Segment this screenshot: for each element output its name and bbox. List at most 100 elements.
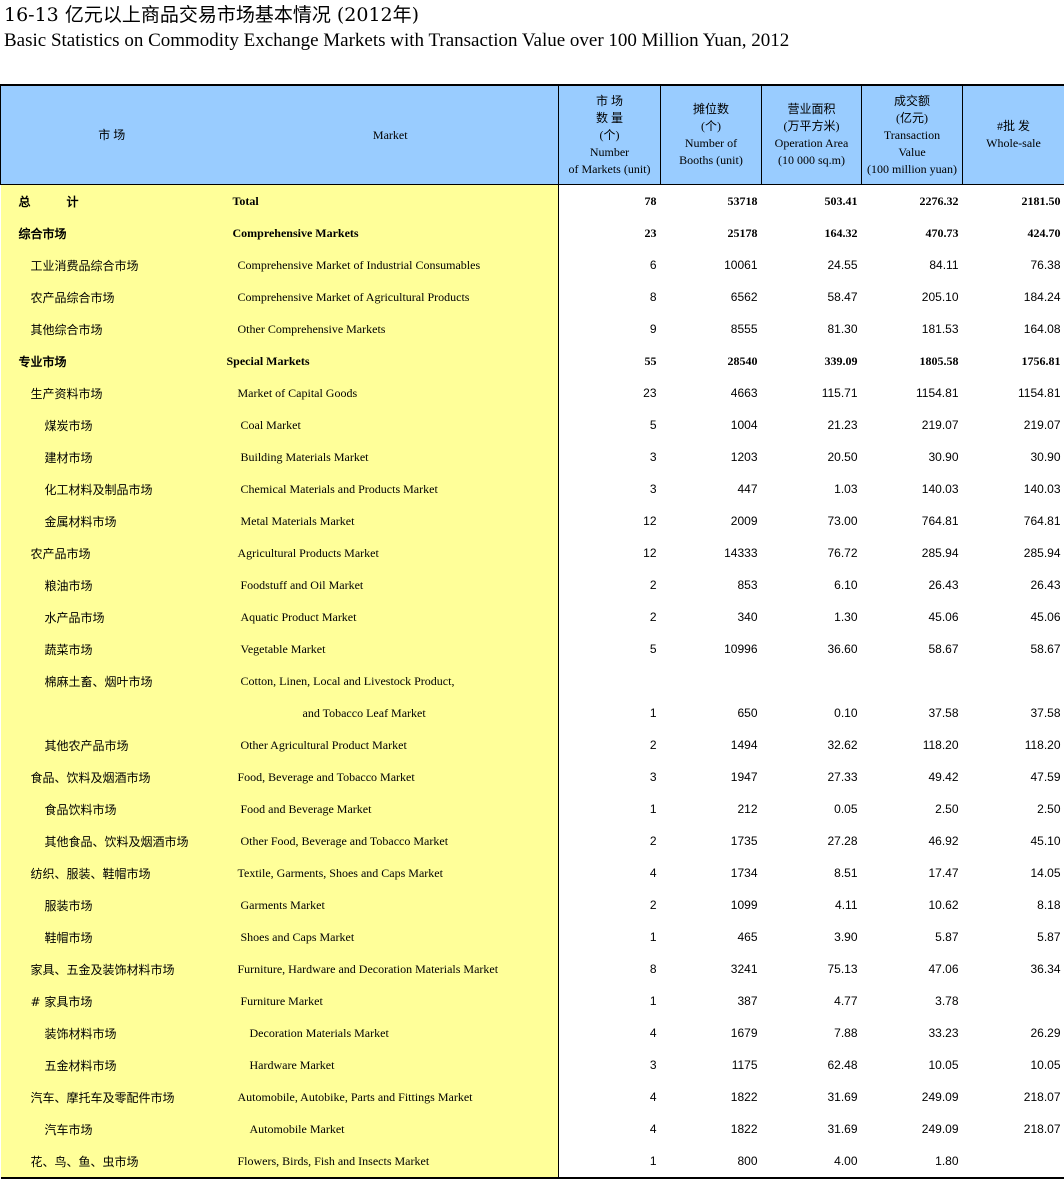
market-name-en: Building Materials Market bbox=[223, 441, 559, 473]
cell-value: 2276.32 bbox=[862, 185, 963, 218]
cell-area: 8.51 bbox=[762, 857, 862, 889]
cell-booths: 1494 bbox=[661, 729, 762, 761]
cell-booths: 4663 bbox=[661, 377, 762, 409]
table-row: 汽车、摩托车及零配件市场Automobile, Autobike, Parts … bbox=[1, 1081, 1064, 1113]
table-row: 生产资料市场Market of Capital Goods234663115.7… bbox=[1, 377, 1064, 409]
cell-area: 0.05 bbox=[762, 793, 862, 825]
cell-area: 4.00 bbox=[762, 1145, 862, 1178]
cell-wholesale: 285.94 bbox=[963, 537, 1064, 569]
market-name-en: Comprehensive Market of Industrial Consu… bbox=[223, 249, 559, 281]
cell-value: 58.67 bbox=[862, 633, 963, 665]
cell-value: 26.43 bbox=[862, 569, 963, 601]
header-markets: 市 场数 量(个)Numberof Markets (unit) bbox=[559, 85, 661, 185]
table-row: 煤炭市场Coal Market5100421.23219.07219.07 bbox=[1, 409, 1064, 441]
table-row: 金属材料市场Metal Materials Market12200973.007… bbox=[1, 505, 1064, 537]
table-row: 家具、五金及装饰材料市场Furniture, Hardware and Deco… bbox=[1, 953, 1064, 985]
market-name-en: Automobile, Autobike, Parts and Fittings… bbox=[223, 1081, 559, 1113]
cell-area: 1.03 bbox=[762, 473, 862, 505]
cell-markets: 2 bbox=[559, 889, 661, 921]
cell-markets: 12 bbox=[559, 505, 661, 537]
market-name-cn: 棉麻土畜、烟叶市场 bbox=[1, 665, 223, 697]
cell-wholesale: 36.34 bbox=[963, 953, 1064, 985]
table-row: 农产品综合市场Comprehensive Market of Agricultu… bbox=[1, 281, 1064, 313]
cell-wholesale: 219.07 bbox=[963, 409, 1064, 441]
market-name-cn: 金属材料市场 bbox=[1, 505, 223, 537]
table-row: 食品、饮料及烟酒市场Food, Beverage and Tobacco Mar… bbox=[1, 761, 1064, 793]
cell-markets: 1 bbox=[559, 985, 661, 1017]
cell-booths: 447 bbox=[661, 473, 762, 505]
table-row: 专业市场Special Markets5528540339.091805.581… bbox=[1, 345, 1064, 377]
cell-area: 31.69 bbox=[762, 1081, 862, 1113]
market-name-en: Market of Capital Goods bbox=[223, 377, 559, 409]
cell-wholesale bbox=[963, 985, 1064, 1017]
cell-value: 10.62 bbox=[862, 889, 963, 921]
table-row: 建材市场Building Materials Market3120320.503… bbox=[1, 441, 1064, 473]
table-row: 鞋帽市场Shoes and Caps Market14653.905.875.8… bbox=[1, 921, 1064, 953]
cell-value: 37.58 bbox=[862, 697, 963, 729]
cell-area: 32.62 bbox=[762, 729, 862, 761]
cell-area: 62.48 bbox=[762, 1049, 862, 1081]
table-row: 其他农产品市场Other Agricultural Product Market… bbox=[1, 729, 1064, 761]
cell-wholesale: 2181.50 bbox=[963, 185, 1064, 218]
cell-wholesale: 1756.81 bbox=[963, 345, 1064, 377]
cell-area: 27.28 bbox=[762, 825, 862, 857]
cell-wholesale: 8.18 bbox=[963, 889, 1064, 921]
cell-booths: 1175 bbox=[661, 1049, 762, 1081]
cell-wholesale: 14.05 bbox=[963, 857, 1064, 889]
cell-booths: 800 bbox=[661, 1145, 762, 1178]
cell-booths: 465 bbox=[661, 921, 762, 953]
cell-value: 3.78 bbox=[862, 985, 963, 1017]
market-name-en: Shoes and Caps Market bbox=[223, 921, 559, 953]
table-row: # 家具市场Furniture Market13874.773.78 bbox=[1, 985, 1064, 1017]
cell-wholesale: 218.07 bbox=[963, 1081, 1064, 1113]
cell-value: 764.81 bbox=[862, 505, 963, 537]
table-row: 纺织、服装、鞋帽市场Textile, Garments, Shoes and C… bbox=[1, 857, 1064, 889]
market-name-cn: 装饰材料市场 bbox=[1, 1017, 223, 1049]
market-name-en: Other Agricultural Product Market bbox=[223, 729, 559, 761]
table-body: 总 计Total7853718503.412276.322181.50综合市场C… bbox=[1, 185, 1064, 1179]
market-name-en: Food and Beverage Market bbox=[223, 793, 559, 825]
cell-booths: 650 bbox=[661, 697, 762, 729]
cell-booths: 14333 bbox=[661, 537, 762, 569]
table-row: 综合市场Comprehensive Markets2325178164.3247… bbox=[1, 217, 1064, 249]
cell-value: 47.06 bbox=[862, 953, 963, 985]
header-wholesale: #批 发Whole-sale bbox=[963, 85, 1064, 185]
cell-markets: 3 bbox=[559, 473, 661, 505]
cell-booths: 3241 bbox=[661, 953, 762, 985]
market-name-cn: 综合市场 bbox=[1, 217, 223, 249]
cell-markets: 12 bbox=[559, 537, 661, 569]
table-row: 食品饮料市场Food and Beverage Market12120.052.… bbox=[1, 793, 1064, 825]
cell-wholesale: 37.58 bbox=[963, 697, 1064, 729]
market-name-cn: 其他食品、饮料及烟酒市场 bbox=[1, 825, 223, 857]
cell-area: 164.32 bbox=[762, 217, 862, 249]
cell-value: 470.73 bbox=[862, 217, 963, 249]
cell-wholesale: 45.10 bbox=[963, 825, 1064, 857]
cell-markets: 3 bbox=[559, 1049, 661, 1081]
cell-value: 249.09 bbox=[862, 1081, 963, 1113]
cell-booths: 1822 bbox=[661, 1081, 762, 1113]
cell-value: 1805.58 bbox=[862, 345, 963, 377]
cell-markets: 2 bbox=[559, 569, 661, 601]
cell-value: 118.20 bbox=[862, 729, 963, 761]
market-name-en: Vegetable Market bbox=[223, 633, 559, 665]
cell-wholesale: 30.90 bbox=[963, 441, 1064, 473]
cell-markets: 23 bbox=[559, 217, 661, 249]
table-row: 汽车市场Automobile Market4182231.69249.09218… bbox=[1, 1113, 1064, 1145]
market-name-en: Hardware Market bbox=[223, 1049, 559, 1081]
cell-booths: 1004 bbox=[661, 409, 762, 441]
cell-value: 181.53 bbox=[862, 313, 963, 345]
market-name-cn: 服装市场 bbox=[1, 889, 223, 921]
cell-value: 49.42 bbox=[862, 761, 963, 793]
cell-booths: 8555 bbox=[661, 313, 762, 345]
market-name-cn: 五金材料市场 bbox=[1, 1049, 223, 1081]
table-row: 农产品市场Agricultural Products Market1214333… bbox=[1, 537, 1064, 569]
cell-booths: 1734 bbox=[661, 857, 762, 889]
cell-wholesale: 184.24 bbox=[963, 281, 1064, 313]
table-row: 其他综合市场Other Comprehensive Markets9855581… bbox=[1, 313, 1064, 345]
cell-wholesale: 58.67 bbox=[963, 633, 1064, 665]
cell-area: 3.90 bbox=[762, 921, 862, 953]
cell-value: 249.09 bbox=[862, 1113, 963, 1145]
market-name-en: Textile, Garments, Shoes and Caps Market bbox=[223, 857, 559, 889]
cell-wholesale: 118.20 bbox=[963, 729, 1064, 761]
cell-wholesale: 45.06 bbox=[963, 601, 1064, 633]
